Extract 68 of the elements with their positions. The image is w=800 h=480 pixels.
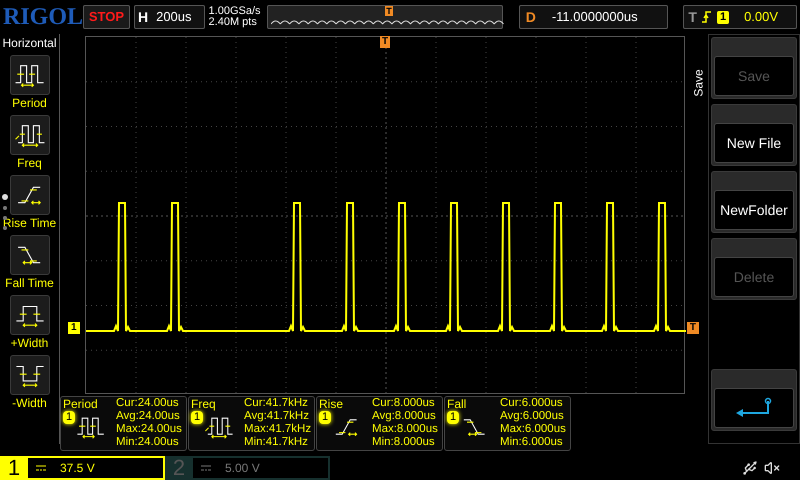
- measurement-value: Avg:41.7kHz: [244, 410, 310, 423]
- measurement-value: Avg:8.000us: [372, 410, 437, 423]
- trigger-level-value: 0.00V: [744, 8, 778, 26]
- timebase-value: 200us: [156, 8, 192, 26]
- measurement-value: Max:6.000us: [500, 423, 566, 436]
- trigger-level-marker: T: [686, 322, 699, 334]
- measure-type-button[interactable]: [10, 295, 50, 335]
- delay-label: D: [526, 8, 536, 26]
- channel-number: 2: [172, 457, 186, 479]
- measurement-name: Rise: [319, 397, 344, 411]
- mute-icon: [764, 460, 780, 476]
- measurement-name: Fall: [447, 397, 468, 411]
- measurement-value: Cur:41.7kHz: [244, 397, 309, 410]
- sample-rate: 1.00GSa/s: [208, 6, 262, 17]
- measure-type-label: Rise Time: [2, 215, 56, 231]
- overview-wave-icon: [271, 18, 504, 26]
- memory-depth: 2.40M pts: [208, 17, 258, 28]
- measurement-value: Min:41.7kHz: [244, 436, 309, 449]
- panel-title: Horizontal: [2, 35, 57, 51]
- measure-type-button[interactable]: [10, 55, 50, 95]
- measurement-name: Period: [63, 397, 99, 411]
- measurement-value: Min:24.00us: [116, 436, 180, 449]
- measurement-value: Avg:6.000us: [500, 410, 565, 423]
- run-state-indicator: STOP: [83, 5, 130, 29]
- horizontal-label: H: [138, 8, 148, 26]
- measure-type-label: +Width: [10, 335, 48, 351]
- measure-type-button[interactable]: [10, 355, 50, 395]
- usb-icon: [742, 460, 758, 476]
- delay-value: -11.0000000us: [552, 8, 638, 26]
- overview-trigger-marker: T: [385, 6, 393, 16]
- channel-scale: 37.5 V: [60, 460, 95, 477]
- trigger-source-badge: 1: [716, 10, 730, 24]
- menu-button[interactable]: NewFolder: [711, 171, 797, 233]
- channel-scale: 5.00 V: [225, 460, 260, 477]
- channel-scale-tab[interactable]: 1 37.5 V: [0, 456, 165, 480]
- measurement-value: Min:8.000us: [372, 436, 436, 449]
- dc-coupling-icon: [201, 465, 211, 471]
- back-button[interactable]: [711, 369, 797, 431]
- measurement-value: Max:24.00us: [116, 423, 182, 436]
- measurement-value: Cur:6.000us: [500, 397, 564, 410]
- measure-type-label: Fall Time: [5, 275, 54, 291]
- return-arrow-icon: [734, 397, 774, 419]
- rising-edge-icon: [702, 10, 712, 24]
- measurement-value: Cur:24.00us: [116, 397, 180, 410]
- measure-type-label: Freq: [17, 155, 42, 171]
- measurement-value: Max:41.7kHz: [244, 423, 312, 436]
- trigger-label: T: [688, 8, 697, 26]
- channel-badge: 1: [319, 411, 332, 424]
- measurement-value: Min:6.000us: [500, 436, 564, 449]
- channel-badge: 1: [447, 411, 460, 424]
- menu-title: Save: [691, 69, 707, 97]
- measurement-value: Cur:8.000us: [372, 397, 436, 410]
- channel-marker: 1: [68, 322, 80, 334]
- channel-number: 1: [6, 457, 22, 479]
- measurement-name: Freq: [191, 397, 217, 411]
- trigger-position-marker: T: [380, 36, 390, 48]
- channel-badge: 1: [63, 411, 76, 424]
- measurement-value: Avg:24.00us: [116, 410, 181, 423]
- dc-coupling-icon: [36, 465, 46, 471]
- measurement-value: Max:8.000us: [372, 423, 438, 436]
- channel-scale-tab[interactable]: 2 5.00 V: [165, 456, 330, 480]
- channel-badge: 1: [191, 411, 204, 424]
- measure-type-label: Period: [12, 95, 47, 111]
- menu-button[interactable]: New File: [711, 104, 797, 166]
- measure-type-button[interactable]: [10, 115, 50, 155]
- measure-type-button[interactable]: [10, 235, 50, 275]
- measure-type-button[interactable]: [10, 175, 50, 215]
- measure-type-label: -Width: [12, 395, 47, 411]
